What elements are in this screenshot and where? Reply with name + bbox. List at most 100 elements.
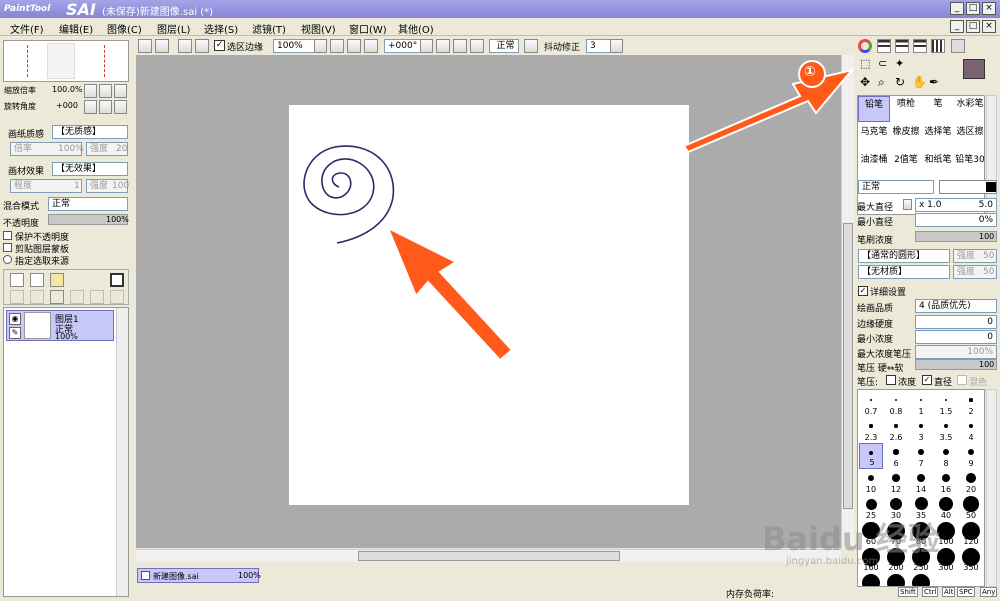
brush-size-cell[interactable]: 12: [884, 469, 908, 495]
menu-edit[interactable]: 编辑(E): [59, 21, 93, 36]
zoom-in-icon[interactable]: [347, 39, 361, 53]
brush-size-cell[interactable]: 0.7: [859, 391, 883, 417]
doc-close-button[interactable]: ×: [982, 20, 996, 33]
brush-size-cell[interactable]: 200: [884, 547, 908, 573]
brush-airbrush[interactable]: 喷枪: [890, 96, 922, 122]
nav-rotate-right-icon[interactable]: [99, 100, 112, 114]
protect-opacity-checkbox[interactable]: [3, 231, 12, 240]
selection-tool-icon[interactable]: ⬚: [860, 57, 870, 70]
deselect-icon[interactable]: [178, 39, 192, 53]
color-wheel-icon[interactable]: [858, 39, 872, 53]
edge-hardness-field[interactable]: 0: [915, 315, 997, 329]
hand-tool-icon[interactable]: ✋: [912, 75, 927, 89]
undo-icon[interactable]: [138, 39, 152, 53]
brush-size-cell[interactable]: 160: [859, 547, 883, 573]
rotate-right-icon[interactable]: [453, 39, 467, 53]
menu-file[interactable]: 文件(F): [10, 21, 44, 36]
canvas-vertical-scrollbar[interactable]: [841, 55, 854, 548]
brush-size-cell[interactable]: 70: [884, 521, 908, 547]
brush-size-cell[interactable]: 1: [909, 391, 933, 417]
brush-size-cell[interactable]: 25: [859, 495, 883, 521]
min-density-field[interactable]: 0: [915, 330, 997, 344]
menu-layer[interactable]: 图层(L): [157, 21, 190, 36]
brush-size-cell[interactable]: 80: [909, 521, 933, 547]
zoom-tool-icon[interactable]: ⌕: [878, 75, 885, 90]
clip-group-checkbox[interactable]: [3, 243, 12, 252]
brush-size-cell[interactable]: 2: [959, 391, 983, 417]
eye-icon[interactable]: ◉: [9, 313, 21, 325]
primary-color-swatch[interactable]: [963, 59, 985, 79]
brush-size-cell[interactable]: 6: [884, 443, 908, 469]
brush-size-cell[interactable]: 40: [934, 495, 958, 521]
document-tab[interactable]: 新建图像.sai 100%: [137, 568, 261, 583]
menu-window[interactable]: 窗口(W): [349, 21, 387, 36]
brush-size-cell[interactable]: 100: [934, 521, 958, 547]
brush-size-cell[interactable]: 3.5: [934, 417, 958, 443]
nav-rotate-left-icon[interactable]: [84, 100, 97, 114]
max-size-toggle[interactable]: [903, 199, 912, 210]
brush-pencil[interactable]: 铅笔: [858, 96, 890, 122]
canvas-paper[interactable]: [289, 105, 689, 505]
brush-size-cell[interactable]: 120: [959, 521, 983, 547]
brush-size-cell[interactable]: 1.5: [934, 391, 958, 417]
brush-marker[interactable]: 马克笔: [858, 124, 890, 150]
size-grid-scrollbar[interactable]: [986, 389, 997, 587]
min-size-field[interactable]: 0%: [915, 213, 997, 227]
rotate-reset-icon[interactable]: [470, 39, 484, 53]
rgb-slider-icon[interactable]: [877, 39, 891, 53]
layer-list-scrollbar[interactable]: [116, 308, 128, 596]
pressure-density-checkbox[interactable]: [886, 375, 896, 385]
nav-zoom-reset-icon[interactable]: [114, 84, 127, 98]
max-density-pressure-field[interactable]: 100%: [915, 345, 997, 359]
brush-grid-scrollbar[interactable]: [986, 95, 997, 215]
menu-other[interactable]: 其他(O): [398, 21, 434, 36]
pressure-size-checkbox[interactable]: ✓: [922, 375, 932, 385]
navigator-preview[interactable]: [3, 40, 129, 82]
brush-size-cell[interactable]: 300: [934, 547, 958, 573]
zoom-out-icon[interactable]: [330, 39, 344, 53]
brush-size-cell[interactable]: 35: [909, 495, 933, 521]
delete-mask-icon[interactable]: [110, 290, 124, 304]
brush-bucket[interactable]: 油漆桶: [858, 152, 890, 178]
minimize-button[interactable]: _: [950, 2, 964, 15]
transfer-down-icon[interactable]: [10, 290, 24, 304]
brush-size-cell[interactable]: 4: [959, 417, 983, 443]
apply-mask-icon[interactable]: [90, 290, 104, 304]
brush-size-cell[interactable]: 50: [959, 495, 983, 521]
move-tool-icon[interactable]: ✥: [860, 75, 870, 89]
selection-source-radio[interactable]: [3, 255, 12, 264]
brush-mode-select[interactable]: 正常: [858, 180, 934, 194]
vertical-scroll-thumb[interactable]: [843, 223, 853, 509]
view-mode-field[interactable]: 正常: [489, 39, 519, 53]
brush-shape-buttons[interactable]: [939, 180, 997, 194]
brush-size-cell[interactable]: 20: [959, 469, 983, 495]
new-mask-icon[interactable]: [110, 273, 124, 287]
brush-size-cell[interactable]: 350: [959, 547, 983, 573]
doc-minimize-button[interactable]: _: [950, 20, 964, 33]
brush-size-cell[interactable]: 8: [934, 443, 958, 469]
color-mix-icon[interactable]: [913, 39, 927, 53]
rotate-left-icon[interactable]: [436, 39, 450, 53]
brush-size-cell[interactable]: 60: [859, 521, 883, 547]
redo-icon[interactable]: [155, 39, 169, 53]
close-button[interactable]: ×: [982, 2, 996, 15]
invert-selection-icon[interactable]: [195, 39, 209, 53]
zoom-reset-icon[interactable]: [364, 39, 378, 53]
menu-select[interactable]: 选择(S): [204, 21, 238, 36]
blend-mode-select[interactable]: 正常: [48, 197, 128, 211]
nav-zoom-out-icon[interactable]: [84, 84, 97, 98]
brush-size-cell[interactable]: 250: [909, 547, 933, 573]
menu-image[interactable]: 图像(C): [107, 21, 142, 36]
brush-size-cell[interactable]: 3: [909, 417, 933, 443]
rotate-tool-icon[interactable]: ↻: [895, 75, 905, 89]
quality-select[interactable]: 4 (品质优先): [915, 299, 997, 313]
maximize-button[interactable]: □: [966, 2, 980, 15]
brush-select-pen[interactable]: 选择笔: [922, 124, 954, 150]
canvas-horizontal-scrollbar[interactable]: [136, 549, 841, 562]
brush-size-cell[interactable]: 10: [859, 469, 883, 495]
brush-size-cell[interactable]: 2.6: [884, 417, 908, 443]
horizontal-scroll-thumb[interactable]: [358, 551, 620, 561]
flip-icon[interactable]: [524, 39, 538, 53]
merge-down-icon[interactable]: [30, 290, 44, 304]
swatches-icon[interactable]: [931, 39, 945, 53]
